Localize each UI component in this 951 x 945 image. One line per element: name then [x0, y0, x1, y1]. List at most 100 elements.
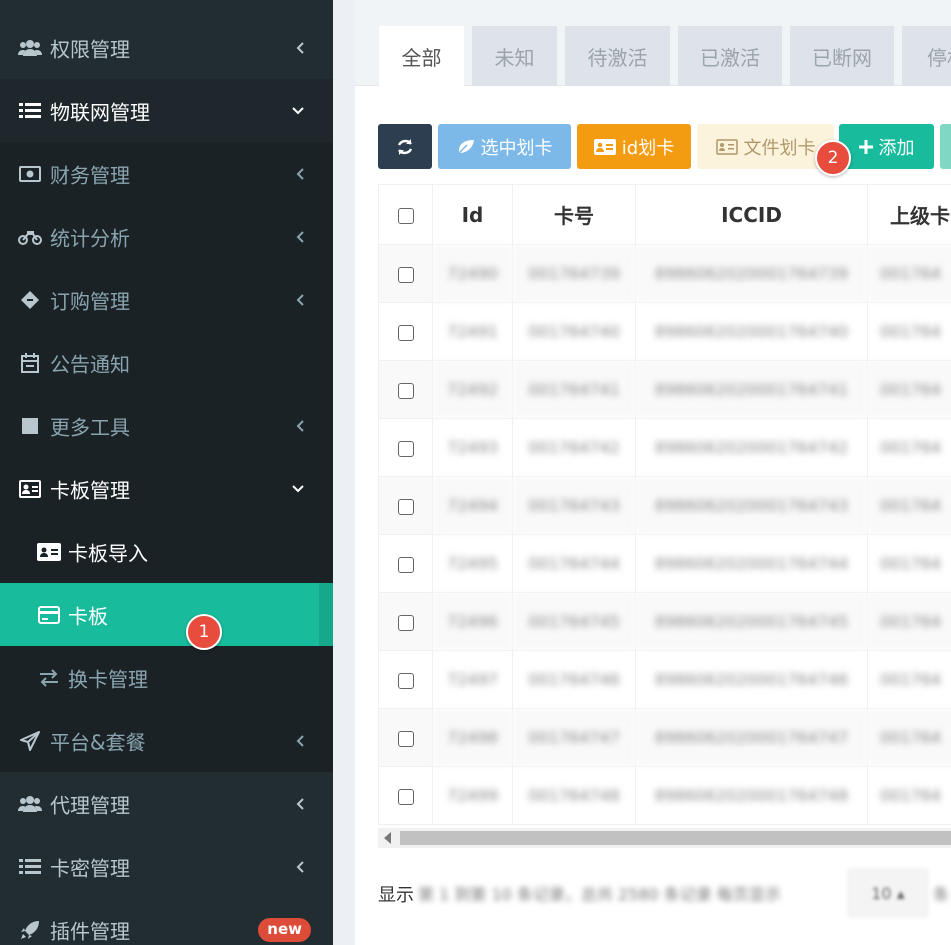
add-button[interactable]: 添加 [839, 124, 934, 169]
chevron-left-icon [296, 230, 304, 243]
scrollbar-thumb[interactable] [400, 831, 951, 845]
page-size-select[interactable]: 10 ▴ [847, 868, 929, 918]
refresh-button[interactable] [378, 124, 432, 169]
row-checkbox[interactable] [397, 672, 414, 689]
cell-card-number: 001764745 [512, 592, 636, 651]
row-checkbox[interactable] [397, 614, 414, 631]
row-select-cell[interactable] [378, 708, 433, 767]
chevron-left-icon [296, 293, 304, 306]
id-assign-button[interactable]: id划卡 [577, 124, 691, 169]
plus-icon [858, 139, 873, 154]
cell-id: 72490 [432, 244, 513, 303]
cell-parent-card: 001764 [867, 534, 951, 593]
row-checkbox[interactable] [397, 324, 414, 341]
sidebar-subitem-cardboard[interactable]: 卡板 [0, 583, 333, 646]
tab-disconnected[interactable]: 已断网 [790, 26, 894, 86]
table-row[interactable]: 72496 001764745 8986062020001764745 001764 [378, 592, 951, 651]
tab-pending-activation[interactable]: 待激活 [565, 26, 670, 86]
row-select-cell[interactable] [378, 766, 433, 825]
row-checkbox[interactable] [397, 556, 414, 573]
sidebar-item-card-secrets[interactable]: 卡密管理 [0, 835, 333, 898]
cell-id: 72496 [432, 592, 513, 651]
sidebar-subitem-label: 卡板 [68, 604, 108, 628]
exchange-icon [36, 666, 62, 690]
cell-iccid: 8986062020001764746 [635, 650, 868, 709]
header-iccid[interactable]: ICCID [635, 184, 868, 245]
scroll-left-icon[interactable] [384, 832, 391, 844]
leaf-icon [457, 139, 474, 154]
row-checkbox[interactable] [397, 382, 414, 399]
row-select-cell[interactable] [378, 418, 433, 477]
select-all-checkbox[interactable] [397, 208, 414, 224]
sidebar-item-orders[interactable]: 订购管理 [0, 268, 333, 331]
row-select-cell[interactable] [378, 592, 433, 651]
file-assign-label: 文件划卡 [743, 137, 816, 159]
sidebar-item-statistics[interactable]: 统计分析 [0, 205, 333, 268]
tab-unknown[interactable]: 未知 [472, 26, 557, 86]
table-row[interactable]: 72490 001764739 8986062020001764739 001764 [378, 244, 951, 303]
chevron-left-icon [296, 419, 304, 432]
row-select-cell[interactable] [378, 650, 433, 709]
tab-suspended[interactable]: 停机 [902, 26, 951, 86]
row-select-cell[interactable] [378, 360, 433, 419]
sidebar-item-label: 更多工具 [50, 415, 130, 439]
row-checkbox[interactable] [397, 730, 414, 747]
row-checkbox[interactable] [397, 788, 414, 805]
table-row[interactable]: 72494 001764743 8986062020001764743 001764 [378, 476, 951, 535]
sidebar-item-label: 权限管理 [50, 37, 130, 61]
more-toolbar-button[interactable] [940, 124, 951, 169]
tab-all[interactable]: 全部 [379, 26, 464, 86]
sidebar-item-finance[interactable]: 财务管理 [0, 142, 333, 205]
table-row[interactable]: 72492 001764741 8986062020001764741 001764 [378, 360, 951, 419]
horizontal-scrollbar[interactable] [378, 828, 951, 848]
sidebar-subitem-label: 卡板导入 [68, 541, 148, 565]
tab-activated[interactable]: 已激活 [678, 26, 782, 86]
row-select-cell[interactable] [378, 476, 433, 535]
sidebar-subitem-card-exchange[interactable]: 换卡管理 [0, 646, 333, 709]
file-assign-button[interactable]: 文件划卡 [697, 124, 834, 169]
sidebar-item-more-tools[interactable]: 更多工具 [0, 394, 333, 457]
row-checkbox[interactable] [397, 440, 414, 457]
header-id[interactable]: Id [432, 184, 513, 245]
sidebar-item-iot[interactable]: 物联网管理 [0, 79, 333, 142]
chevron-left-icon [296, 797, 304, 810]
table-row[interactable]: 72493 001764742 8986062020001764742 001764 [378, 418, 951, 477]
cell-iccid: 8986062020001764744 [635, 534, 868, 593]
sidebar-subitem-cardboard-import[interactable]: 卡板导入 [0, 520, 333, 583]
cell-card-number: 001764747 [512, 708, 636, 767]
sidebar-item-cardboard[interactable]: 卡板管理 [0, 457, 333, 520]
header-card-number[interactable]: 卡号 [512, 184, 636, 245]
status-tabs: 全部 未知 待激活 已激活 已断网 停机 [355, 0, 951, 86]
sidebar-item-announcements[interactable]: 公告通知 [0, 331, 333, 394]
header-parent-card[interactable]: 上级卡号 [867, 184, 951, 245]
table-row[interactable]: 72498 001764747 8986062020001764747 001764 [378, 708, 951, 767]
sidebar-item-agents[interactable]: 代理管理 [0, 772, 333, 835]
table-row[interactable]: 72497 001764746 8986062020001764746 001764 [378, 650, 951, 709]
pagination-info: 第 1 到第 10 条记录，总共 2580 条记录 每页显示 [418, 885, 781, 904]
table-row[interactable]: 72495 001764744 8986062020001764744 001764 [378, 534, 951, 593]
sidebar-item-platform-package[interactable]: 平台&套餐 [0, 709, 333, 772]
cell-card-number: 001764748 [512, 766, 636, 825]
row-checkbox[interactable] [397, 498, 414, 515]
sidebar-item-label: 插件管理 [50, 919, 130, 943]
cell-parent-card: 001764 [867, 418, 951, 477]
select-assign-button[interactable]: 选中划卡 [438, 124, 571, 169]
cell-card-number: 001764742 [512, 418, 636, 477]
main-content: 全部 未知 待激活 已激活 已断网 停机 选中划卡 id划卡 文件划卡 添加 [333, 0, 951, 945]
motorcycle-icon [18, 225, 42, 249]
sidebar-item-permissions[interactable]: 权限管理 [0, 16, 333, 79]
pagination-prefix: 显示 [378, 885, 414, 906]
rocket-icon [18, 918, 42, 942]
select-all-cell[interactable] [378, 184, 433, 245]
cell-iccid: 8986062020001764739 [635, 244, 868, 303]
row-checkbox[interactable] [397, 266, 414, 283]
row-select-cell[interactable] [378, 302, 433, 361]
chevron-left-icon [296, 167, 304, 180]
table-row[interactable]: 72491 001764740 8986062020001764740 001764 [378, 302, 951, 361]
row-select-cell[interactable] [378, 534, 433, 593]
row-select-cell[interactable] [378, 244, 433, 303]
cell-card-number: 001764746 [512, 650, 636, 709]
table-row[interactable]: 72499 001764748 8986062020001764748 001764 [378, 766, 951, 825]
cell-id: 72492 [432, 360, 513, 419]
sidebar-item-plugins[interactable]: 插件管理 new [0, 898, 333, 945]
